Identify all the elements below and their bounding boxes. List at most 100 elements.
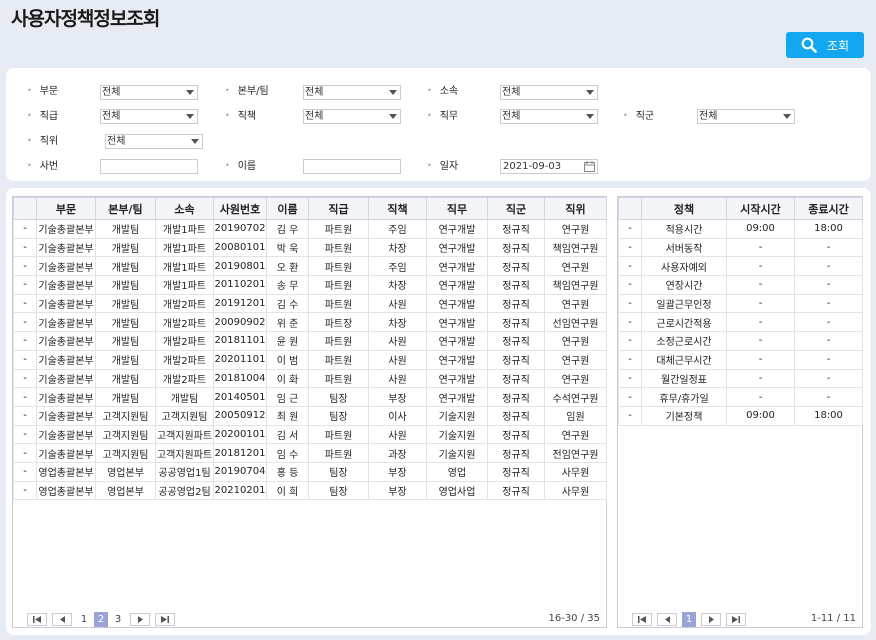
- table-row[interactable]: - 기술총괄본부 개발팀 개발2파트 20181004 이 화 파트원 사원 연구개발 정규직 연구…: [13, 368, 607, 389]
- next-page-button[interactable]: [130, 613, 150, 626]
- table-row[interactable]: - 기술총괄본부 개발팀 개발1파트 20190702 김 우 파트원 주임 연구개발 정규직 연구…: [13, 219, 607, 239]
- table-cell: -: [726, 312, 795, 333]
- column-header[interactable]: 직무: [426, 197, 488, 220]
- column-header[interactable]: 부문: [36, 197, 96, 220]
- table-cell: 기술총괄본부: [36, 368, 96, 389]
- table-cell: 파트원: [308, 256, 369, 277]
- table-cell: 영업본부: [95, 480, 156, 501]
- filter-name-label: 이름: [225, 158, 256, 176]
- filter-grade-select[interactable]: 전체: [100, 109, 198, 124]
- table-cell: 정규직: [487, 275, 545, 295]
- table-row[interactable]: - 영업총괄본부 영업본부 공공영업1팀 20190704 홍 등 팀장 부장 영업 정규직 사무원: [13, 461, 607, 482]
- table-cell: 개발1파트: [155, 256, 214, 277]
- column-header[interactable]: [618, 197, 642, 220]
- filter-rank-select[interactable]: 전체: [105, 134, 203, 149]
- table-row[interactable]: - 기술총괄본부 개발팀 개발2파트 20181101 윤 원 파트원 사원 연구개발 정규직 연구…: [13, 331, 607, 351]
- table-row[interactable]: - 기술총괄본부 개발팀 개발1파트 20080101 박 욱 파트원 차장 연구개발 정규직 책임…: [13, 237, 607, 258]
- table-cell: 파트원: [308, 219, 369, 239]
- table-row[interactable]: - 기술총괄본부 고객지원팀 고객지원파트 20200101 김 서 파트원 사원 기술지원 정규…: [13, 424, 607, 445]
- table-cell: 선임연구원: [544, 312, 607, 333]
- table-row[interactable]: - 일괄근무인정 - -: [618, 293, 863, 314]
- filter-duty-select[interactable]: 전체: [303, 109, 401, 124]
- table-row[interactable]: - 기술총괄본부 개발팀 개발1파트 20190801 오 환 파트원 주임 연구개발 정규직 연구…: [13, 256, 607, 277]
- prev-page-button[interactable]: [52, 613, 72, 626]
- first-page-button[interactable]: [632, 613, 652, 626]
- column-header[interactable]: [13, 197, 37, 220]
- column-header[interactable]: 직급: [308, 197, 369, 220]
- column-header[interactable]: 직위: [544, 197, 607, 220]
- table-cell: -: [618, 368, 642, 389]
- table-cell: 개발1파트: [155, 219, 214, 239]
- table-cell: 팀장: [308, 480, 369, 501]
- column-header[interactable]: 사원번호: [213, 197, 267, 220]
- filter-grade-value: 전체: [102, 111, 121, 122]
- table-row[interactable]: - 기술총괄본부 개발팀 개발2파트 20201101 이 범 파트원 사원 연구개발 정규직 연구…: [13, 349, 607, 370]
- table-cell: 개발팀: [95, 219, 156, 239]
- first-page-button[interactable]: [27, 613, 47, 626]
- search-button[interactable]: 조회: [786, 32, 864, 58]
- prev-page-button[interactable]: [657, 613, 677, 626]
- column-header[interactable]: 시작시간: [726, 197, 795, 220]
- table-row[interactable]: - 기술총괄본부 개발팀 개발2파트 20191201 김 수 파트원 사원 연구개발 정규직 연구…: [13, 293, 607, 314]
- table-cell: 책임연구원: [544, 275, 607, 295]
- table-cell: 파트장: [308, 312, 369, 333]
- last-page-button[interactable]: [726, 613, 746, 626]
- table-cell: 최 원: [266, 405, 309, 426]
- calendar-icon[interactable]: [584, 161, 595, 172]
- filter-date-input[interactable]: 2021-09-03: [500, 159, 598, 174]
- table-cell: 정규직: [487, 349, 545, 370]
- filter-org-select[interactable]: 전체: [500, 85, 598, 100]
- table-cell: 사용자예외: [641, 256, 727, 277]
- filter-empno-input[interactable]: [100, 159, 198, 174]
- filter-group-select[interactable]: 전체: [697, 109, 795, 124]
- table-cell: 개발2파트: [155, 312, 214, 333]
- column-header[interactable]: 본부/팀: [95, 197, 156, 220]
- table-cell: 기술총괄본부: [36, 275, 96, 295]
- table-row[interactable]: - 적용시간 09:00 18:00: [618, 219, 863, 239]
- table-row[interactable]: - 기술총괄본부 개발팀 개발1파트 20110201 송 무 파트원 차장 연구개발 정규직 책임…: [13, 275, 607, 295]
- filter-org-label: 소속: [427, 83, 458, 101]
- page-number[interactable]: 1: [77, 612, 91, 627]
- last-page-button[interactable]: [155, 613, 175, 626]
- search-icon: [801, 37, 817, 53]
- page-number[interactable]: 1: [682, 612, 696, 627]
- table-row[interactable]: - 소정근로시간 - -: [618, 331, 863, 351]
- column-header[interactable]: 직책: [368, 197, 427, 220]
- table-cell: -: [794, 293, 863, 314]
- column-header[interactable]: 종료시간: [794, 197, 863, 220]
- table-cell: 과장: [368, 443, 427, 463]
- column-header[interactable]: 소속: [155, 197, 214, 220]
- filter-team-select[interactable]: 전체: [303, 85, 401, 100]
- page-number[interactable]: 2: [94, 612, 108, 627]
- table-row[interactable]: - 사용자예외 - -: [618, 256, 863, 277]
- table-row[interactable]: - 근로시간적용 - -: [618, 312, 863, 333]
- table-cell: 정규직: [487, 387, 545, 407]
- filter-dept-select[interactable]: 전체: [100, 85, 198, 100]
- next-page-button[interactable]: [701, 613, 721, 626]
- table-row[interactable]: - 대체근무시간 - -: [618, 349, 863, 370]
- table-cell: 연구원: [544, 424, 607, 445]
- table-row[interactable]: - 월간일정표 - -: [618, 368, 863, 389]
- filter-job-select[interactable]: 전체: [500, 109, 598, 124]
- table-row[interactable]: - 기본정책 09:00 18:00: [618, 405, 863, 426]
- table-row[interactable]: - 기술총괄본부 개발팀 개발2파트 20090902 위 준 파트장 차장 연구개발 정규직 선임…: [13, 312, 607, 333]
- column-header[interactable]: 이름: [266, 197, 309, 220]
- table-cell: 20190801: [213, 256, 267, 277]
- table-row[interactable]: - 서버동작 - -: [618, 237, 863, 258]
- filter-name-input[interactable]: [303, 159, 401, 174]
- table-row[interactable]: - 기술총괄본부 개발팀 개발팀 20140501 임 근 팀장 부장 연구개발 정규직 수석연구원: [13, 387, 607, 407]
- table-row[interactable]: - 연장시간 - -: [618, 275, 863, 295]
- table-row[interactable]: - 기술총괄본부 고객지원팀 고객지원파트 20181201 임 수 파트원 과장 기술지원 정규…: [13, 443, 607, 463]
- table-row[interactable]: - 기술총괄본부 고객지원팀 고객지원팀 20050912 최 원 팀장 이사 기술지원 정규직 임…: [13, 405, 607, 426]
- column-header[interactable]: 정책: [641, 197, 727, 220]
- table-cell: 기술총괄본부: [36, 293, 96, 314]
- table-cell: 파트원: [308, 275, 369, 295]
- column-header[interactable]: 직군: [487, 197, 545, 220]
- filter-job-label: 직무: [427, 108, 458, 126]
- filter-team-label: 본부/팀: [225, 83, 269, 101]
- chevron-left-icon: [59, 616, 65, 623]
- page-number[interactable]: 3: [111, 612, 125, 627]
- filter-dept-label: 부문: [27, 83, 58, 101]
- table-row[interactable]: - 영업총괄본부 영업본부 공공영업2팀 20210201 이 희 팀장 부장 영업사업 정규직 사…: [13, 480, 607, 501]
- table-row[interactable]: - 휴무/휴가일 - -: [618, 387, 863, 407]
